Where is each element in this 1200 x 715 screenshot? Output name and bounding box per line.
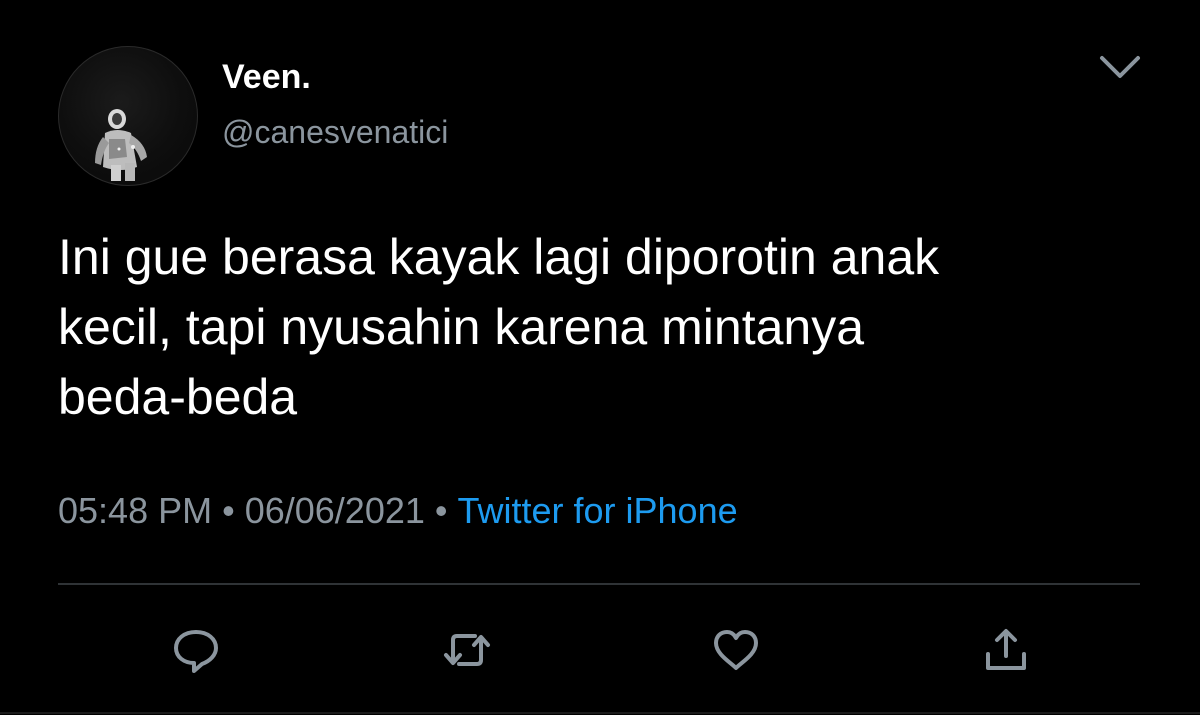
meta-separator: • <box>222 490 235 531</box>
tweet-meta: 05:48 PM • 06/06/2021 • Twitter for iPhone <box>58 490 738 532</box>
bottom-divider <box>0 712 1200 714</box>
display-name[interactable]: Veen. <box>222 58 311 97</box>
share-button[interactable] <box>980 626 1032 674</box>
chevron-down-icon[interactable] <box>1096 50 1144 86</box>
tweet-time: 05:48 PM <box>58 490 213 531</box>
user-handle[interactable]: @canesvenatici <box>222 114 448 151</box>
meta-separator: • <box>434 490 448 531</box>
retweet-icon <box>444 634 490 666</box>
tweet-text: Ini gue berasa kayak lagi diporotin anak… <box>58 229 940 425</box>
tweet-detail: Veen. @canesvenatici Ini gue berasa kaya… <box>0 0 1200 715</box>
divider <box>58 583 1140 585</box>
like-button[interactable] <box>710 626 762 674</box>
tweet-source-link[interactable]: Twitter for iPhone <box>458 490 738 531</box>
share-icon <box>986 629 1026 670</box>
astronaut-icon <box>95 109 147 181</box>
tweet-date: 06/06/2021 <box>244 490 425 531</box>
retweet-button[interactable] <box>441 626 493 674</box>
heart-icon <box>714 630 758 670</box>
reply-icon <box>174 630 218 673</box>
reply-button[interactable] <box>170 626 222 674</box>
avatar[interactable] <box>58 46 198 186</box>
